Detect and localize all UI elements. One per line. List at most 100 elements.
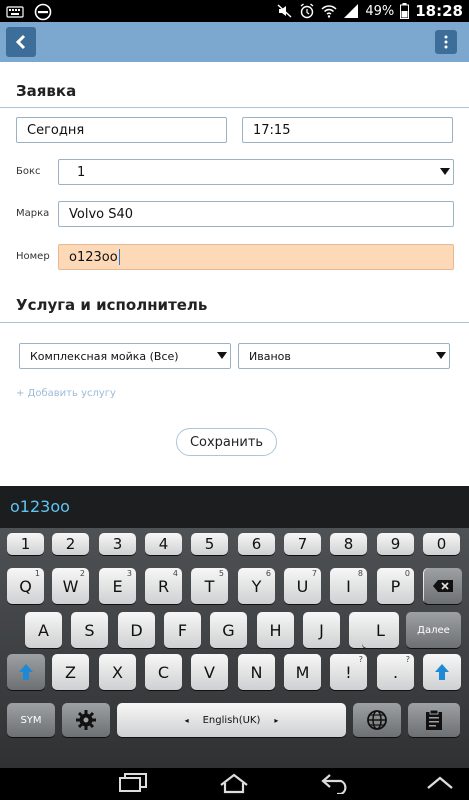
navigation-bar (0, 768, 469, 800)
home-icon[interactable] (218, 772, 250, 794)
enter-key[interactable]: Далее (406, 612, 461, 648)
brand-label: Марка (16, 208, 50, 219)
backspace-icon (433, 580, 453, 592)
key-u[interactable]: U7 (284, 568, 321, 604)
keyboard: 1 2 3 4 5 6 7 8 9 0 Q1 W2 E3 R4 T5 Y6 U7… (0, 528, 469, 768)
key-3[interactable]: 3 (99, 533, 136, 555)
key-a[interactable]: A (25, 612, 62, 648)
box-label: Бокс (16, 166, 41, 177)
key-7[interactable]: 7 (284, 533, 321, 555)
key-5[interactable]: 5 (191, 533, 228, 555)
chevron-up-icon[interactable] (424, 772, 456, 794)
date-field[interactable]: Сегодня (16, 117, 227, 143)
key-label: U (296, 576, 309, 596)
key-d[interactable]: D (118, 612, 155, 648)
key-i[interactable]: I8 (330, 568, 367, 604)
clock: 18:28 (415, 2, 463, 20)
save-button[interactable]: Сохранить (176, 428, 277, 456)
section-title-request: Заявка (16, 82, 77, 100)
box-select-value: 1 (77, 164, 86, 180)
key-period[interactable]: .? (377, 654, 414, 690)
settings-key[interactable] (62, 703, 110, 737)
key-h[interactable]: H (257, 612, 294, 648)
key-label: . (392, 662, 399, 682)
key-label: I (346, 576, 351, 596)
language-label: English(UK) (202, 714, 261, 726)
key-1[interactable]: 1 (7, 533, 44, 555)
overflow-menu-icon (444, 35, 448, 49)
key-6[interactable]: 6 (238, 533, 275, 555)
key-f[interactable]: F (164, 612, 201, 648)
key-label: Q (19, 576, 32, 596)
key-hint: 4 (172, 569, 178, 578)
key-n-overlay[interactable]: N (238, 654, 275, 690)
battery-icon (400, 3, 410, 19)
key-y[interactable]: Y6 (238, 568, 275, 604)
status-left (6, 3, 52, 21)
key-label: T (204, 576, 215, 596)
candidate-word[interactable]: о123оо (10, 497, 70, 516)
wifi-icon (321, 5, 337, 18)
back-button[interactable] (6, 27, 36, 57)
key-label: E (112, 576, 123, 596)
alarm-icon (300, 3, 314, 19)
service-select[interactable]: Комплексная мойка (Все) (19, 343, 231, 369)
key-label: P (390, 576, 401, 596)
key-p-overlay[interactable]: P0 (377, 568, 414, 604)
executor-select[interactable]: Иванов (238, 343, 450, 369)
recent-apps-icon[interactable] (118, 772, 148, 794)
key-r[interactable]: R4 (145, 568, 182, 604)
clipboard-key[interactable] (408, 703, 460, 737)
overflow-menu-button[interactable] (435, 30, 457, 54)
key-j[interactable]: J (303, 612, 340, 648)
key-8[interactable]: 8 (330, 533, 367, 555)
key-exclamation-overlay[interactable]: !? (330, 654, 367, 690)
key-v[interactable]: V (191, 654, 228, 690)
add-service-link[interactable]: + Добавить услугу (16, 388, 116, 399)
clipboard-icon (426, 709, 442, 730)
key-x[interactable]: X (99, 654, 136, 690)
status-bar: 49% 18:28 (0, 0, 469, 22)
dropdown-arrow-icon (436, 352, 446, 359)
key-hint: ? (358, 655, 363, 664)
space-key[interactable]: ◂ English(UK) ▸ (117, 703, 346, 737)
brand-field[interactable]: Volvo S40 (58, 201, 454, 227)
key-hint: 7 (311, 569, 317, 578)
key-g[interactable]: G (210, 612, 247, 648)
shift-key-right[interactable] (423, 654, 461, 690)
key-w[interactable]: W2 (52, 568, 89, 604)
box-select[interactable]: 1 (58, 159, 454, 185)
key-q[interactable]: Q1 (7, 568, 44, 604)
key-c[interactable]: C (145, 654, 182, 690)
service-select-value: Комплексная мойка (Все) (30, 349, 179, 363)
key-9[interactable]: 9 (377, 533, 414, 555)
key-e[interactable]: E3 (99, 568, 136, 604)
executor-select-value: Иванов (249, 349, 291, 363)
key-label: W (62, 576, 79, 596)
key-2[interactable]: 2 (52, 533, 89, 555)
key-z[interactable]: Z (52, 654, 89, 690)
back-nav-icon[interactable] (320, 772, 352, 794)
chevron-left-icon (15, 34, 26, 50)
language-key[interactable] (353, 703, 401, 737)
keyboard-icon (6, 6, 24, 18)
arrow-left-icon: ◂ (184, 715, 189, 725)
time-field[interactable]: 17:15 (242, 117, 453, 143)
section-divider (0, 322, 469, 323)
key-l[interactable]: L (362, 612, 399, 648)
dropdown-arrow-icon (217, 352, 227, 359)
key-t[interactable]: T5 (191, 568, 228, 604)
sym-key[interactable]: SYM (7, 703, 55, 737)
number-field[interactable]: о123оо (58, 244, 454, 270)
key-hint: 0 (404, 569, 410, 578)
shift-key[interactable] (7, 654, 45, 690)
key-hint: 3 (126, 569, 132, 578)
key-hint: 6 (265, 569, 271, 578)
key-4[interactable]: 4 (145, 533, 182, 555)
key-m-overlay[interactable]: M (284, 654, 321, 690)
text-cursor (118, 249, 120, 265)
key-s[interactable]: S (71, 612, 108, 648)
section-title-service: Услуга и исполнитель (16, 296, 208, 314)
backspace-key[interactable] (424, 568, 462, 604)
key-0[interactable]: 0 (423, 533, 460, 555)
